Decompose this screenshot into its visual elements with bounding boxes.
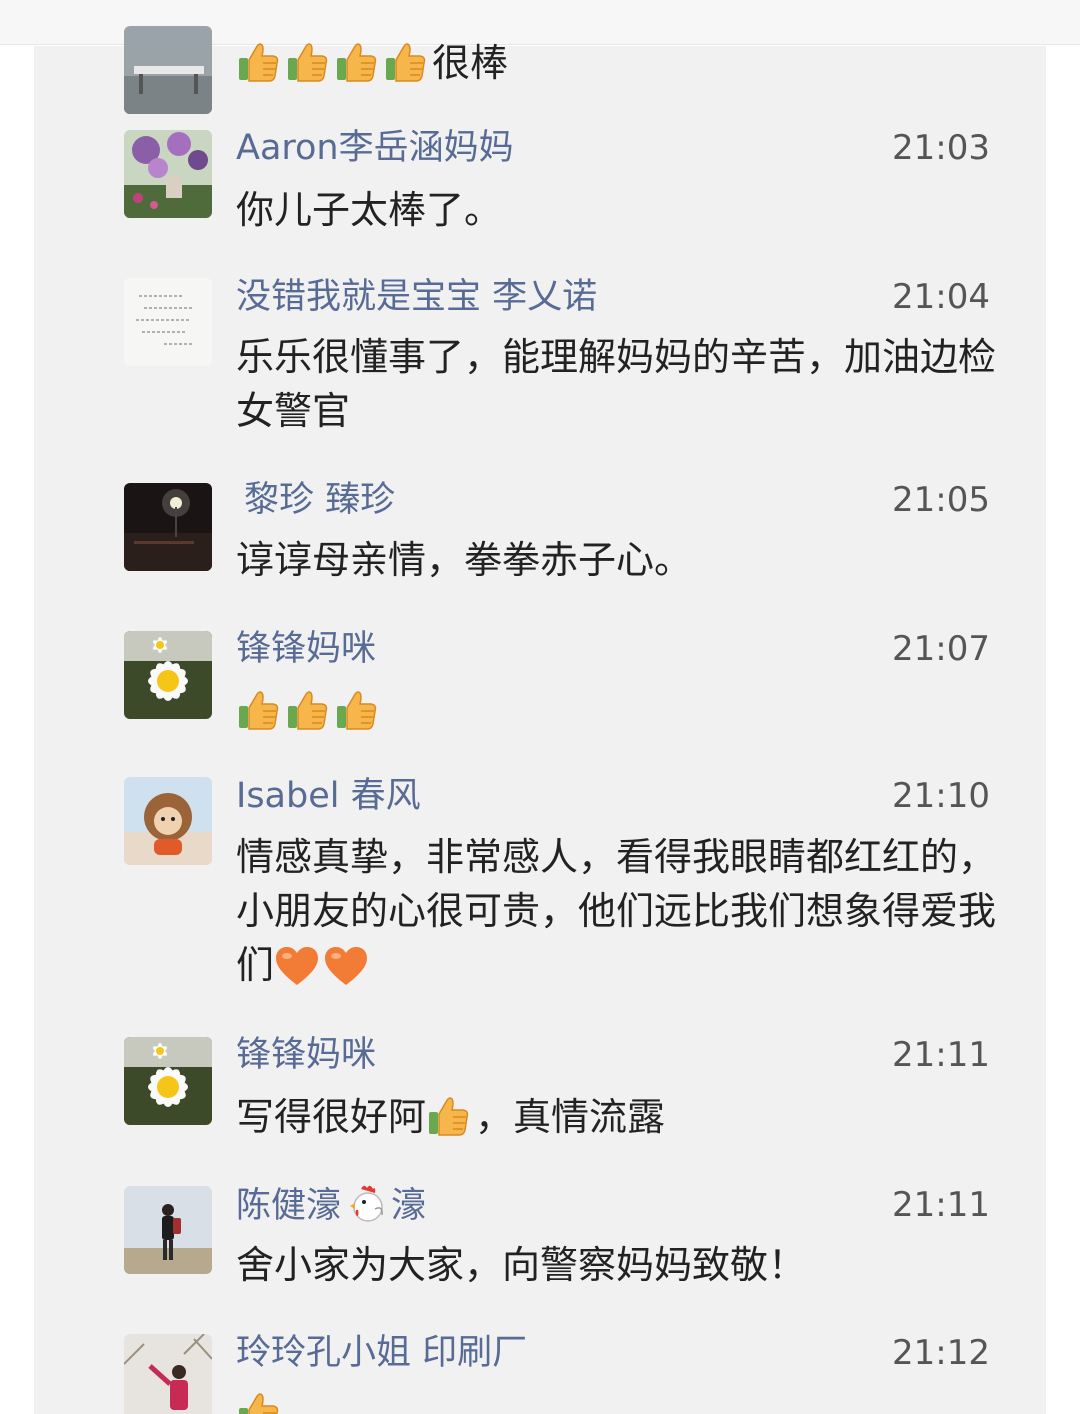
comment-text [236, 684, 996, 738]
man-outdoors-avatar[interactable] [124, 1186, 212, 1274]
woman-outdoors-avatar[interactable] [124, 1334, 212, 1414]
screen: 很棒 Aaron李岳涵妈妈 21:03 你儿子太棒了。 没错我就是宝宝 李乂诺 … [0, 0, 1080, 1414]
thumbs-up-icon [236, 1389, 282, 1414]
comment-time: 21:04 [892, 277, 990, 317]
comment-time: 21:11 [892, 1185, 990, 1225]
comment-time: 21:05 [892, 480, 990, 520]
thumbs-up-icon [285, 39, 331, 85]
commenter-name[interactable]: Isabel 春风 [236, 774, 421, 818]
commenter-name[interactable]: 锋锋妈咪 [236, 627, 376, 671]
thumbs-up-icon [236, 687, 282, 733]
thumbs-up-icon [334, 687, 380, 733]
thumbs-up-icon [426, 1093, 472, 1139]
bench-photo-avatar[interactable] [124, 26, 212, 114]
comment-text: 情感真挚，非常感人，看得我眼睛都红红的，小朋友的心很可贵，他们远比我们想象得爱我… [236, 830, 996, 992]
comment-text-segment: 写得很好阿 [236, 1095, 427, 1139]
comment-time: 21:10 [892, 776, 990, 816]
comment-text-segment: 舍小家为大家，向警察妈妈致敬！ [236, 1243, 807, 1287]
commenter-name[interactable]: 锋锋妈咪 [236, 1033, 376, 1077]
comment-text: 很棒 [236, 36, 996, 90]
thumbs-up-icon [334, 39, 380, 85]
comment-time: 21:03 [892, 128, 990, 168]
comment-text-segment: 谆谆母亲情，拳拳赤子心。 [236, 538, 693, 582]
comment-text: 舍小家为大家，向警察妈妈致敬！ [236, 1238, 996, 1292]
daisy-avatar[interactable] [124, 631, 212, 719]
commenter-name-suffix: 濠 [391, 1186, 427, 1226]
comment-text: 写得很好阿 ，真情流露 [236, 1090, 996, 1144]
comment-time: 21:11 [892, 1035, 990, 1075]
comments-panel: 很棒 Aaron李岳涵妈妈 21:03 你儿子太棒了。 没错我就是宝宝 李乂诺 … [34, 26, 1046, 1414]
handwritten-note-avatar[interactable] [124, 278, 212, 366]
orange-heart-icon [274, 945, 320, 987]
comment-time: 21:07 [892, 629, 990, 669]
commenter-name[interactable]: Aaron李岳涵妈妈 [236, 126, 514, 170]
thumbs-up-icon [236, 39, 282, 85]
comment-text: 乐乐很懂事了，能理解妈妈的辛苦，加油边检女警官 [236, 330, 996, 438]
commenter-name[interactable]: 没错我就是宝宝 李乂诺 [236, 275, 597, 319]
comment-text: 你儿子太棒了。 [236, 183, 996, 237]
comment-text-segment: 很棒 [432, 41, 509, 85]
daisy-avatar[interactable] [124, 1037, 212, 1125]
commenter-name[interactable]: 黎珍 臻珍 [244, 478, 395, 522]
flower-pot-avatar[interactable] [124, 130, 212, 218]
comment-text-segment: ，真情流露 [475, 1095, 666, 1139]
thumbs-up-icon [383, 39, 429, 85]
commenter-name[interactable]: 玲玲孔小姐 印刷厂 [236, 1331, 527, 1375]
rooster-icon [349, 1183, 387, 1223]
comment-time: 21:12 [892, 1333, 990, 1373]
night-street-avatar[interactable] [124, 483, 212, 571]
comment-text-segment: 你儿子太棒了。 [236, 188, 503, 232]
plush-doll-avatar[interactable] [124, 777, 212, 865]
comment-text-segment: 乐乐很懂事了，能理解妈妈的辛苦，加油边检女警官 [236, 335, 997, 433]
commenter-name[interactable]: 陈健濠 濠 [236, 1183, 426, 1228]
comment-text [236, 1386, 996, 1414]
comment-text: 谆谆母亲情，拳拳赤子心。 [236, 533, 996, 587]
thumbs-up-icon [285, 687, 331, 733]
orange-heart-icon [323, 945, 369, 987]
commenter-name-main: 陈健濠 [236, 1186, 342, 1226]
